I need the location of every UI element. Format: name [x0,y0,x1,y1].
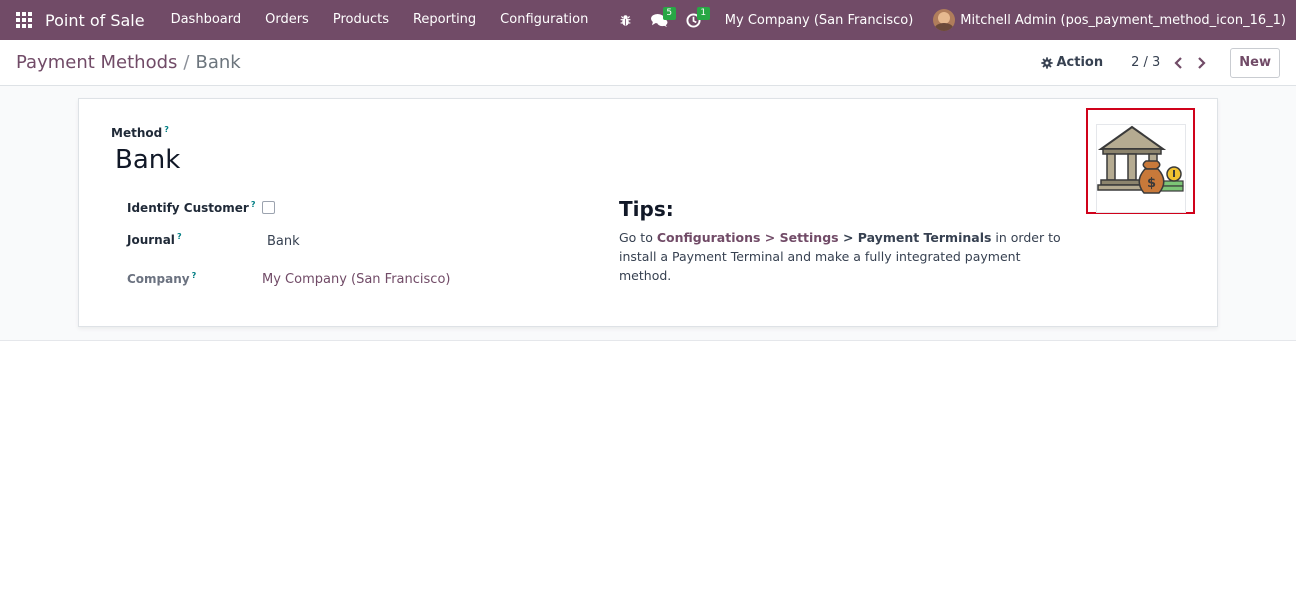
user-menu[interactable]: Mitchell Admin (pos_payment_method_icon_… [923,9,1296,31]
user-name: Mitchell Admin (pos_payment_method_icon_… [960,12,1286,28]
control-panel: Payment Methods / Bank Action 2 / 3 New [0,40,1296,86]
tips-link-settings[interactable]: Settings [780,230,839,245]
top-navbar: Point of Sale Dashboard Orders Products … [0,0,1296,40]
company-switcher[interactable]: My Company (San Francisco) [711,13,923,28]
svg-text:$: $ [1147,176,1156,191]
payment-method-image: $ [1096,124,1186,213]
action-label: Action [1056,55,1104,70]
control-panel-actions: Action 2 / 3 New [1041,47,1280,78]
pager-value[interactable]: 2 / 3 [1131,55,1160,70]
apps-menu-button[interactable] [0,0,48,40]
help-tooltip-icon[interactable]: ? [251,200,256,209]
tips-arrow: > [838,230,858,245]
messages-count-badge: 5 [662,7,676,20]
company-field[interactable]: My Company (San Francisco) [262,272,450,287]
breadcrumb-parent[interactable]: Payment Methods [16,52,177,73]
apps-grid-icon [16,12,32,28]
messages-button[interactable]: 5 [643,0,677,40]
journal-label-text: Journal [127,233,175,247]
action-menu-button[interactable]: Action [1041,55,1103,70]
menu-dashboard[interactable]: Dashboard [159,0,254,40]
company-label-text: Company [127,272,190,286]
tips-payment-terminals: Payment Terminals [857,230,992,245]
menu-reporting[interactable]: Reporting [401,0,488,40]
method-name-field[interactable]: Bank [115,145,180,175]
payment-method-image-field[interactable]: $ [1086,108,1195,214]
tips-link-configurations[interactable]: Configurations [657,230,761,245]
company-label: Company? [127,271,196,286]
form-view: Method? Bank Identify Customer? Journal?… [0,86,1296,341]
bug-icon [620,14,631,26]
form-sheet: Method? Bank Identify Customer? Journal?… [78,98,1218,327]
menu-orders[interactable]: Orders [253,0,321,40]
systray: 5 1 My Company (San Francisco) Mitchell … [609,0,1296,40]
pager-previous-button[interactable] [1168,52,1190,74]
method-label: Method? [111,125,169,140]
method-label-text: Method [111,126,163,140]
app-name[interactable]: Point of Sale [45,11,145,30]
breadcrumb: Payment Methods / Bank [16,52,241,73]
tips-arrow: > [760,230,780,245]
debug-button[interactable] [609,0,643,40]
gear-icon [1041,56,1054,69]
identify-customer-label: Identify Customer? [127,200,255,215]
help-tooltip-icon[interactable]: ? [177,232,182,241]
identify-customer-checkbox[interactable] [262,201,275,214]
avatar [933,9,956,31]
chevron-left-icon [1174,56,1183,69]
breadcrumb-current: Bank [195,52,241,73]
journal-field[interactable]: Bank [267,234,300,249]
help-tooltip-icon[interactable]: ? [192,271,197,280]
activities-button[interactable]: 1 [677,0,711,40]
menu-products[interactable]: Products [321,0,401,40]
help-tooltip-icon[interactable]: ? [164,125,169,134]
menu-configuration[interactable]: Configuration [488,0,600,40]
bank-building-icon: $ [1097,125,1184,194]
chevron-right-icon [1198,56,1206,69]
new-button[interactable]: New [1230,47,1280,78]
activities-count-badge: 1 [696,7,710,20]
tips-heading: Tips: [619,197,674,221]
tips-prefix: Go to [619,230,657,245]
breadcrumb-separator: / [183,52,190,73]
journal-label: Journal? [127,232,182,247]
tips-text: Go to Configurations > Settings > Paymen… [619,228,1069,285]
pager-next-button[interactable] [1190,52,1212,74]
identify-customer-label-text: Identify Customer [127,201,249,215]
